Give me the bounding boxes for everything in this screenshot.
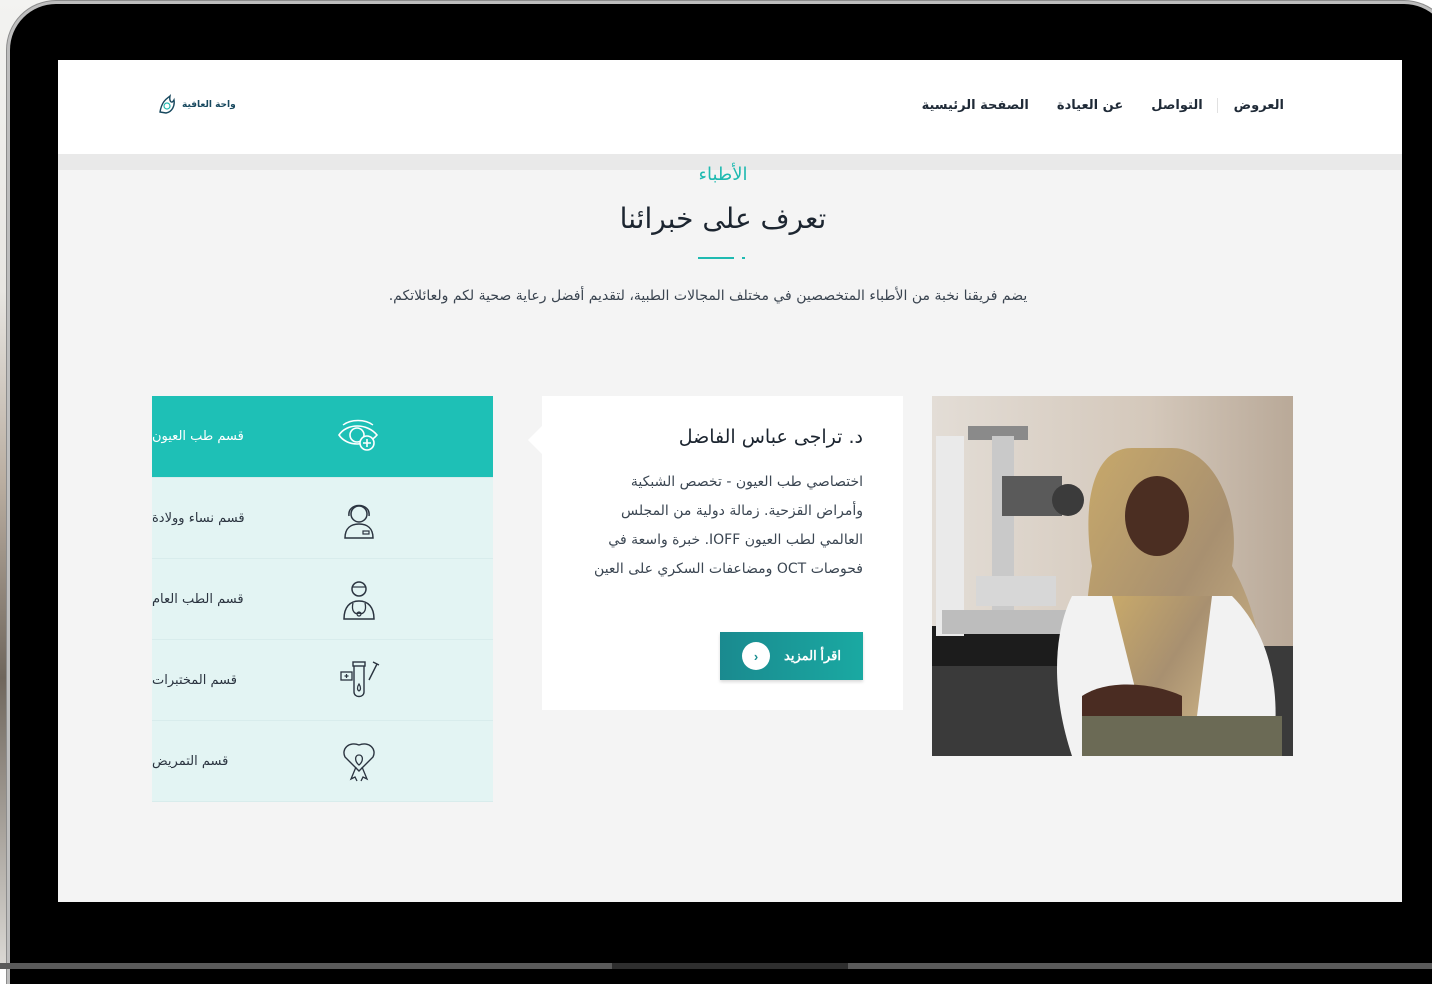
nav-item-offers[interactable]: العروض [1216, 97, 1284, 113]
tab-laboratories[interactable]: قسم المختبرات [152, 640, 493, 721]
chevron-circle-icon: ‹ [742, 642, 771, 670]
nursing-ribbon-icon [335, 737, 383, 785]
tab-label: قسم طب العيون [152, 429, 244, 444]
read-more-button[interactable]: اقرأ المزيد ‹ [720, 632, 863, 680]
browser-screen: العروض التواصل عن العيادة الصفحة الرئيسي… [58, 60, 1402, 902]
device-base [0, 963, 1432, 969]
section-description: يضم فريقنا نخبة من الأطباء المتخصصين في … [388, 288, 1028, 304]
doctor-bio: اختصاصي طب العيون - تخصص الشبكية وأمراض … [594, 474, 863, 577]
tab-nursing[interactable]: قسم التمريض [152, 721, 493, 802]
tab-label: قسم المختبرات [152, 672, 237, 688]
tab-obgyn[interactable]: قسم نساء وولادة [152, 478, 493, 559]
title-underline [698, 257, 734, 259]
section-eyebrow: الأطباء [698, 164, 748, 185]
woman-doctor-icon [335, 494, 383, 542]
nav-item-home[interactable]: الصفحة الرئيسية [922, 98, 1029, 113]
tab-label: قسم التمريض [152, 753, 229, 769]
section-title: تعرف على خبرائنا [619, 202, 827, 235]
read-more-label: اقرأ المزيد [784, 648, 841, 663]
site-header: العروض التواصل عن العيادة الصفحة الرئيسي… [58, 60, 1402, 155]
departments-tabs: قسم طب العيون قسم نساء وولادة قسم الطب ا… [152, 396, 493, 802]
device-notch [612, 963, 848, 969]
main-nav: العروض التواصل عن العيادة الصفحة الرئيسي… [894, 90, 1284, 120]
lab-test-tube-icon [335, 656, 383, 704]
tab-label: قسم نساء وولادة [152, 510, 245, 526]
tab-general-medicine[interactable]: قسم الطب العام [152, 559, 493, 640]
logo-text: واحة العافية [182, 100, 236, 110]
doctor-name: د. تراجى عباس الفاضل [678, 426, 863, 448]
card-pointer [528, 426, 542, 454]
tab-ophthalmology[interactable]: قسم طب العيون [152, 396, 493, 478]
nav-item-about[interactable]: عن العيادة [1057, 98, 1123, 113]
doctor-card: د. تراجى عباس الفاضل اختصاصي طب العيون -… [528, 396, 903, 710]
doctor-stethoscope-icon [335, 575, 383, 623]
tab-label: قسم الطب العام [152, 591, 244, 607]
title-underline-dot [742, 257, 745, 259]
nav-item-contact[interactable]: التواصل [1151, 98, 1202, 113]
logo-mark-icon [159, 94, 175, 114]
eye-icon [335, 413, 383, 461]
site-logo[interactable]: واحة العافية [156, 94, 236, 116]
doctor-photo [932, 396, 1293, 756]
